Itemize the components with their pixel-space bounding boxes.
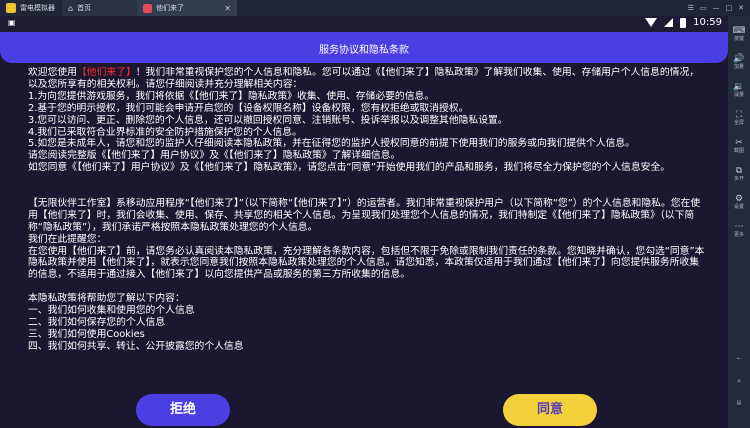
screenshot-icon: ✂: [735, 138, 743, 148]
reminder-text: 在您使用【他们来了】前，请您务必认真阅读本隐私政策，充分理解各条款内容，包括但不…: [28, 245, 705, 281]
maximize-icon[interactable]: □: [726, 4, 733, 12]
toc-item: 二、我们如何保存您的个人信息: [28, 316, 166, 328]
emulator-sidebar: ⌨ 按键 🔊 加量 🔉 减量 ⛶ 全屏 ✂ 截图 ⧉ 多开 ⚙ 设置 ⋯ 更多 ← ⌂ ▤: [728, 16, 750, 428]
sidebar-keyboard[interactable]: ⌨ 按键: [728, 26, 750, 42]
policy-text-area[interactable]: 欢迎您使用【他们来了】！我们非常重视保护您的个人信息和隐私。您可以通过《【他们来…: [28, 67, 708, 393]
settings-icon: ⚙: [734, 194, 744, 204]
signal-icon: [664, 18, 674, 27]
sidebar-label: 多开: [733, 176, 744, 182]
tab-app-label: 他们来了: [156, 4, 184, 12]
wifi-icon: [645, 18, 658, 27]
home-icon: ⌂: [68, 3, 74, 13]
close-tab-icon[interactable]: ✕: [224, 4, 231, 13]
sidebar-label: 截图: [733, 148, 744, 154]
tab-home-label: 首页: [77, 4, 92, 12]
policy-item: 5.如您是未成年人，请您和您的监护人仔细阅读本隐私政策，并在征得您的监护人授权同…: [28, 138, 635, 150]
read-line: 请您阅读完整版《【他们来了】用户协议》及《【他们来了】隐私政策》了解详细信息。: [28, 150, 401, 162]
sidebar-volume-down[interactable]: 🔉 减量: [728, 82, 750, 98]
agree-line: 如您同意《【他们来了】用户协议》及《【他们来了】隐私政策》，请您点击“同意”开始…: [28, 162, 671, 174]
keyboard-icon: ⌨: [732, 26, 746, 36]
close-window-icon[interactable]: ✕: [738, 4, 744, 12]
company-paragraph: 【无限伙伴工作室】系移动应用程序“【他们来了】”（以下简称“【他们来了】”）的运…: [28, 197, 701, 233]
recent-apps-icon[interactable]: ▤: [728, 400, 750, 406]
sidebar-more[interactable]: ⋯ 更多: [728, 222, 750, 238]
sidebar-fullscreen[interactable]: ⛶ 全屏: [728, 110, 750, 126]
battery-icon: [680, 17, 687, 28]
menu-icon[interactable]: ☰: [688, 4, 694, 12]
policy-item: 4.我们已采取符合业界标准的安全防护措施保护您的个人信息。: [28, 126, 302, 138]
sidebar-label: 加量: [733, 64, 744, 70]
tab-home[interactable]: ⌂ 首页: [62, 0, 137, 16]
intro-paragraph: 欢迎您使用【他们来了】！我们非常重视保护您的个人信息和隐私。您可以通过《【他们来…: [28, 67, 708, 91]
sidebar-screenshot[interactable]: ✂ 截图: [728, 138, 750, 154]
help-title: 本隐私政策将帮助您了解以下内容：: [28, 293, 185, 305]
minimize-icon[interactable]: —: [713, 4, 720, 12]
tab-app[interactable]: 他们来了 ✕: [137, 0, 237, 16]
emulator-brand-tab[interactable]: 雷电模拟器: [0, 0, 62, 16]
sidebar-label: 按键: [733, 36, 744, 42]
reminder-title: 我们在此提醒您：: [28, 233, 107, 245]
intro-prefix: 欢迎您使用: [28, 67, 77, 78]
home-nav-icon[interactable]: ⌂: [728, 378, 750, 384]
app-icon: [143, 3, 152, 13]
sidebar-settings[interactable]: ⚙ 设置: [728, 194, 750, 210]
toc-item: 一、我们如何收集和使用您的个人信息: [28, 305, 195, 317]
volume-up-icon: 🔊: [733, 54, 745, 64]
agree-button[interactable]: 同意: [503, 394, 597, 426]
emulator-brand-label: 雷电模拟器: [20, 4, 55, 12]
policy-item: 3.您可以访问、更正、删除您的个人信息，还可以撤回授权同意、注销账号、投诉举报以…: [28, 114, 508, 126]
toc-item: 四、我们如何共享、转让、公开披露您的个人信息: [28, 340, 244, 352]
android-status-bar: ▣ 10:59: [0, 16, 728, 32]
sidebar-label: 更多: [733, 232, 744, 238]
volume-down-icon: 🔉: [733, 82, 745, 92]
fullscreen-icon: ⛶: [735, 110, 743, 120]
privacy-dialog: 服务协议和隐私条款 欢迎您使用【他们来了】！我们非常重视保护您的个人信息和隐私。…: [0, 32, 728, 428]
window-controls: ☰ ▭ — □ ✕: [688, 4, 750, 12]
policy-item: 1.为向您提供游戏服务，我们将依据《【他们来了】隐私政策》收集、使用、存储必要的…: [28, 90, 435, 102]
sidebar-label: 全屏: [733, 120, 744, 126]
policy-item: 2.基于您的明示授权，我们可能会申请开启您的【设备权限名称】设备权限，您有权拒绝…: [28, 102, 469, 114]
more-icon: ⋯: [734, 222, 744, 232]
app-status-icon: ▣: [8, 18, 16, 27]
back-icon[interactable]: ←: [728, 356, 750, 362]
reject-button[interactable]: 拒绝: [136, 394, 230, 426]
emulator-title-bar: 雷电模拟器 ⌂ 首页 他们来了 ✕ ☰ ▭ — □ ✕: [0, 0, 750, 16]
restore-icon[interactable]: ▭: [700, 4, 707, 12]
toc-item: 三、我们如何使用Cookies: [28, 328, 145, 340]
dialog-title: 服务协议和隐私条款: [319, 45, 409, 56]
emulator-logo-icon: [6, 3, 16, 13]
sidebar-multi-open[interactable]: ⧉ 多开: [728, 166, 750, 182]
multi-open-icon: ⧉: [735, 166, 743, 176]
dialog-header: 服务协议和隐私条款: [0, 32, 728, 63]
sidebar-volume-up[interactable]: 🔊 加量: [728, 54, 750, 70]
app-name-highlight: 【他们来了】: [76, 67, 136, 78]
status-time: 10:59: [693, 17, 722, 28]
sidebar-label: 减量: [733, 92, 744, 98]
sidebar-label: 设置: [733, 204, 744, 210]
